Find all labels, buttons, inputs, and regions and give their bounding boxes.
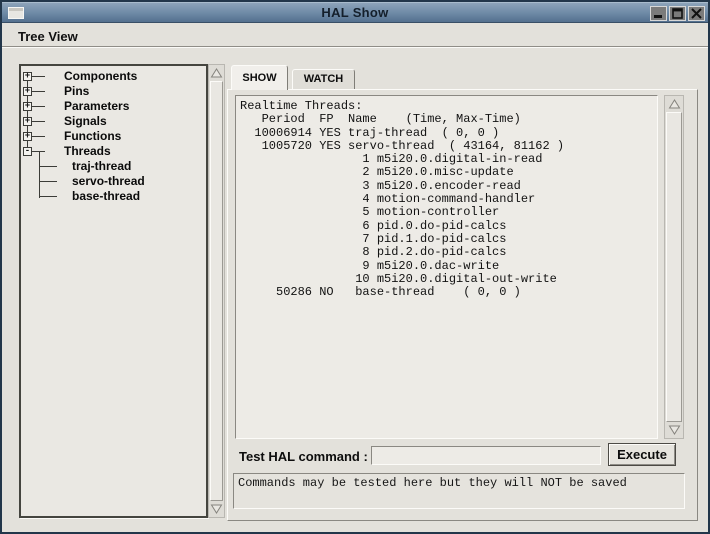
tree-row: + Functions xyxy=(21,129,206,144)
tree-row: traj-thread xyxy=(21,159,206,174)
maximize-icon xyxy=(671,8,684,19)
scroll-up-arrow-icon[interactable] xyxy=(666,97,682,111)
tab-watch[interactable]: WATCH xyxy=(292,69,355,89)
tab-show[interactable]: SHOW xyxy=(231,65,288,90)
tree-item-pins[interactable]: Pins xyxy=(64,84,89,99)
scrollbar-thumb[interactable] xyxy=(666,112,682,422)
expander-plus-icon[interactable]: + xyxy=(23,87,32,96)
expander-plus-icon[interactable]: + xyxy=(23,102,32,111)
tree-row: - Threads xyxy=(21,144,206,159)
tree-item-functions[interactable]: Functions xyxy=(64,129,121,144)
tree-scrollbar[interactable] xyxy=(208,64,225,518)
tree-row: + Parameters xyxy=(21,99,206,114)
tree-item-components[interactable]: Components xyxy=(64,69,137,84)
tree-inner: + Components + Pins + Parameters + Signa… xyxy=(21,66,206,516)
tree-item-parameters[interactable]: Parameters xyxy=(64,99,129,114)
hal-show-window: HAL Show Tree View xyxy=(0,0,710,534)
expander-minus-icon[interactable]: - xyxy=(23,147,32,156)
maximize-button[interactable] xyxy=(669,6,686,21)
minimize-icon xyxy=(652,8,665,19)
tree-item-traj-thread[interactable]: traj-thread xyxy=(72,159,131,174)
close-button[interactable] xyxy=(688,6,705,21)
menu-tree-view[interactable]: Tree View xyxy=(14,28,82,45)
menubar: Tree View xyxy=(2,24,708,47)
tree-item-threads[interactable]: Threads xyxy=(64,144,111,159)
command-note-box: Commands may be tested here but they wil… xyxy=(233,473,685,509)
show-output-textarea[interactable]: Realtime Threads: Period FP Name (Time, … xyxy=(235,95,658,439)
scrollbar-thumb[interactable] xyxy=(210,81,223,501)
tree-row: servo-thread xyxy=(21,174,206,189)
scroll-down-arrow-icon[interactable] xyxy=(210,502,223,516)
window-title: HAL Show xyxy=(2,5,708,20)
test-hal-command-label: Test HAL command : xyxy=(239,449,368,464)
tree-row: + Pins xyxy=(21,84,206,99)
scroll-up-arrow-icon[interactable] xyxy=(210,66,223,80)
tree-item-signals[interactable]: Signals xyxy=(64,114,107,129)
show-output-text: Realtime Threads: Period FP Name (Time, … xyxy=(236,96,657,303)
expander-plus-icon[interactable]: + xyxy=(23,117,32,126)
titlebar[interactable]: HAL Show xyxy=(2,2,708,23)
expander-plus-icon[interactable]: + xyxy=(23,132,32,141)
hal-tree-panel[interactable]: + Components + Pins + Parameters + Signa… xyxy=(19,64,208,518)
tree-item-servo-thread[interactable]: servo-thread xyxy=(72,174,145,189)
close-icon xyxy=(690,8,703,19)
tree-row: + Components xyxy=(21,69,206,84)
tree-row: base-thread xyxy=(21,189,206,204)
scroll-down-arrow-icon[interactable] xyxy=(666,423,682,437)
hal-command-input[interactable] xyxy=(371,446,601,465)
expander-plus-icon[interactable]: + xyxy=(23,72,32,81)
execute-button[interactable]: Execute xyxy=(608,443,676,466)
window-controls xyxy=(650,6,705,21)
minimize-button[interactable] xyxy=(650,6,667,21)
command-note-text: Commands may be tested here but they wil… xyxy=(234,474,684,492)
tree-row: + Signals xyxy=(21,114,206,129)
output-scrollbar[interactable] xyxy=(664,95,684,439)
tree-item-base-thread[interactable]: base-thread xyxy=(72,189,140,204)
